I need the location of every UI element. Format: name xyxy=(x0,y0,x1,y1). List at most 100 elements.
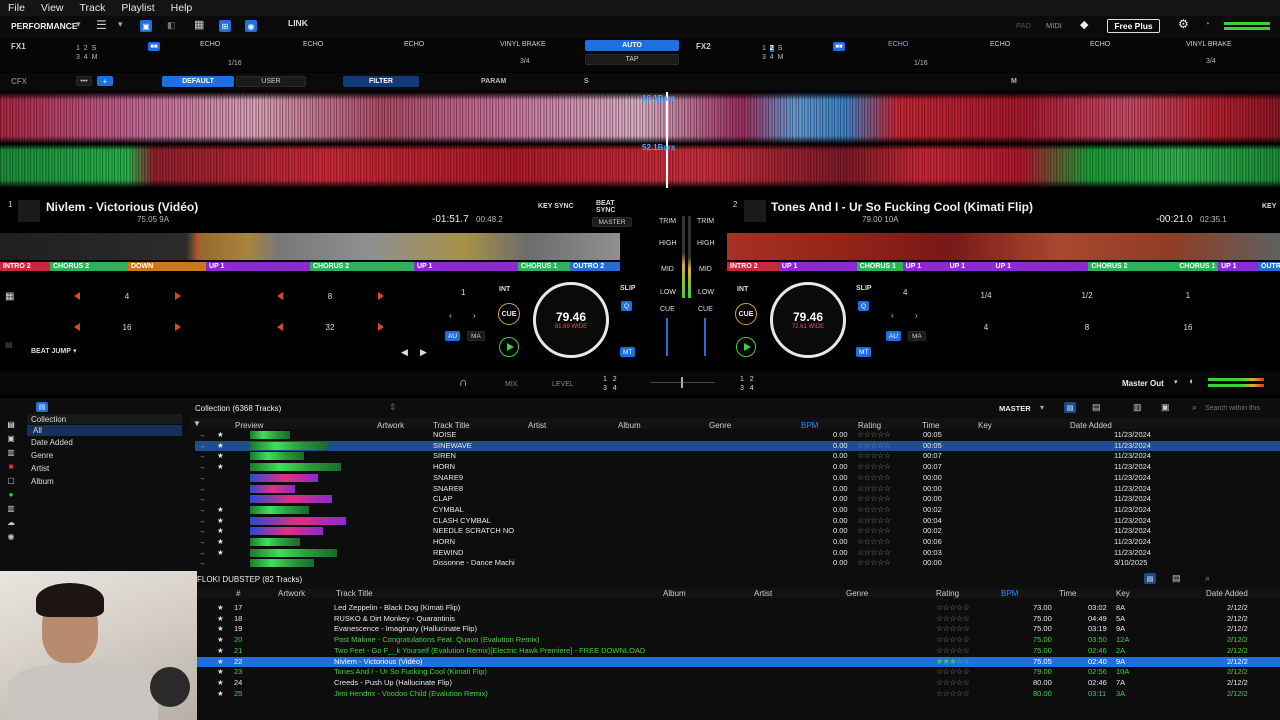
arrow-icon[interactable]: → xyxy=(198,516,206,525)
arrow-icon[interactable]: → xyxy=(198,526,206,535)
cfx-user-button[interactable]: USER xyxy=(236,76,306,87)
arrow-icon[interactable]: → xyxy=(198,548,206,557)
table-row[interactable]: → ★ NOISE 0.00 ☆☆☆☆☆ 00:05 11/23/2024 xyxy=(195,430,1280,441)
crossfader-nums-1[interactable]: 1 23 4 xyxy=(603,375,617,393)
rating-stars[interactable]: ☆☆☆☆☆ xyxy=(936,635,969,644)
rating-stars[interactable]: ☆☆☆☆☆ xyxy=(857,505,890,514)
master-select[interactable]: MASTER xyxy=(999,404,1031,413)
table-row[interactable]: → SNARE8 0.00 ☆☆☆☆☆ 00:00 11/23/2024 xyxy=(195,484,1280,495)
rating-stars[interactable]: ☆☆☆☆☆ xyxy=(857,451,890,460)
star-icon[interactable]: ★ xyxy=(217,537,224,546)
beat-jump-chevron-icon[interactable]: ▾ xyxy=(73,347,77,355)
arrow-icon[interactable]: → xyxy=(198,462,206,471)
playlist-row[interactable]: ★ 17 Led Zeppelin - Black Dog (Kimati Flip… xyxy=(195,603,1280,614)
rating-stars[interactable]: ☆☆☆☆☆ xyxy=(936,678,969,687)
pl-col-bpm[interactable]: BPM xyxy=(1001,589,1018,598)
col-bpm[interactable]: BPM xyxy=(801,421,818,430)
preview-waveform[interactable] xyxy=(250,548,337,557)
fx1-auto-button[interactable]: AUTO xyxy=(585,40,679,51)
deck1-loop-size[interactable]: 1 xyxy=(461,288,465,297)
deck1-cue-button[interactable]: CUE xyxy=(498,303,520,325)
rating-stars[interactable]: ☆☆☆☆☆ xyxy=(857,494,890,503)
mixer-high-1[interactable]: HIGH xyxy=(659,240,677,247)
deck2-cue-0[interactable]: INTRO 2 xyxy=(727,262,779,271)
mixer-cue-2[interactable]: CUE xyxy=(698,306,713,313)
sidebar-album[interactable]: Album xyxy=(31,477,54,486)
deck1-loop-next-icon[interactable]: › xyxy=(473,311,476,320)
hotcue-grid-icon[interactable]: ▦ xyxy=(5,291,14,302)
crossfader-knob[interactable] xyxy=(681,377,683,388)
sidebar-artist[interactable]: Artist xyxy=(31,464,49,473)
deck2-int-label[interactable]: INT xyxy=(737,286,748,293)
menu-help[interactable]: Help xyxy=(171,2,193,14)
deck1-pad-2-left-icon[interactable] xyxy=(277,292,283,300)
star-icon[interactable]: ★ xyxy=(217,526,224,535)
deck1-pad-2-right-icon[interactable] xyxy=(378,292,384,300)
mixer-fader-1[interactable] xyxy=(666,318,668,356)
rating-stars[interactable]: ☆☆☆☆☆ xyxy=(857,548,890,557)
sidebar-red-icon[interactable]: ■ xyxy=(9,462,14,471)
preview-waveform[interactable] xyxy=(250,441,327,450)
preview-waveform[interactable] xyxy=(250,559,314,568)
cfx-dots-button[interactable]: ••• xyxy=(76,76,92,86)
col-preview[interactable]: Preview xyxy=(235,421,263,430)
mixer-icon[interactable]: ⊞ xyxy=(219,20,231,32)
deck2-pad-4[interactable]: 4 xyxy=(966,323,1006,332)
mixer-cue-1[interactable]: CUE xyxy=(660,306,675,313)
deck1-mt-button[interactable]: MT xyxy=(620,347,636,357)
col-key[interactable]: Key xyxy=(978,421,992,430)
arrow-icon[interactable]: → xyxy=(198,537,206,546)
star-icon[interactable]: ★ xyxy=(217,548,224,557)
star-icon[interactable]: ★ xyxy=(217,667,224,676)
deck2-loop-next-icon[interactable]: › xyxy=(915,311,918,320)
fx1-effect-1[interactable]: ECHO xyxy=(200,41,220,48)
mixer-low-2[interactable]: LOW xyxy=(698,289,714,296)
deck1-overview-waveform[interactable] xyxy=(0,233,620,260)
table-row[interactable]: → ★ REWIND 0.00 ☆☆☆☆☆ 00:03 11/23/2024 xyxy=(195,548,1280,559)
sidebar-all[interactable]: All xyxy=(33,426,42,435)
mixer-trim-1[interactable]: TRIM xyxy=(659,218,676,225)
deck2-mt-button[interactable]: MT xyxy=(856,347,872,357)
beat-jump-next-icon[interactable]: ▶ xyxy=(420,347,427,358)
beat-jump-prev-icon[interactable]: ◀ xyxy=(401,347,408,358)
deck2-loop-size[interactable]: 4 xyxy=(903,288,907,297)
fx1-effect-3[interactable]: ECHO xyxy=(404,41,424,48)
table-row[interactable]: → SNARE9 0.00 ☆☆☆☆☆ 00:00 11/23/2024 xyxy=(195,473,1280,484)
preview-waveform[interactable] xyxy=(250,495,332,504)
master-out-knob-icon[interactable]: ◐ xyxy=(1189,376,1194,386)
arrow-icon[interactable]: → xyxy=(198,494,206,503)
fx2-on-button[interactable]: ■■ xyxy=(833,42,845,51)
mixer-fader-2[interactable] xyxy=(704,318,706,356)
deck1-beat-sync[interactable]: BEAT SYNC xyxy=(596,200,618,214)
layout-chevron-icon[interactable]: ▾ xyxy=(118,19,123,30)
deck2-pad-1[interactable]: 1/4 xyxy=(966,291,1006,300)
col-genre[interactable]: Genre xyxy=(709,421,731,430)
beat-jump-select[interactable]: BEAT JUMP xyxy=(31,348,71,355)
deck2-pad-5[interactable]: 8 xyxy=(1067,323,1107,332)
fx1-beats[interactable]: 3/4 xyxy=(520,58,530,65)
deck1-cue-4[interactable]: CHORUS 2 xyxy=(310,262,414,271)
mode-select[interactable]: PERFORMANCE xyxy=(11,21,78,31)
waveform-deck2-large[interactable] xyxy=(0,144,1280,188)
view-detail-icon[interactable]: ▤ xyxy=(1092,402,1101,413)
deck1-key-sync[interactable]: KEY SYNC xyxy=(538,203,574,210)
view-toggle-2-icon[interactable]: ◧ xyxy=(167,20,176,31)
sidebar-date-added[interactable]: Date Added xyxy=(31,438,73,447)
mode-chevron-icon[interactable]: ▾ xyxy=(76,19,81,30)
rating-stars[interactable]: ☆☆☆☆☆ xyxy=(857,526,890,535)
deck2-cue-3[interactable]: UP 1 xyxy=(902,262,947,271)
fx2-channel-nums[interactable]: 1 2 S3 4 M xyxy=(762,44,783,62)
deck2-play-button[interactable] xyxy=(736,337,756,357)
playlist-row[interactable]: ★ 24 Creeds - Push Up (Hallucinate Flip) ☆☆… xyxy=(195,678,1280,689)
arrow-icon[interactable]: → xyxy=(198,451,206,460)
star-icon[interactable]: ★ xyxy=(217,678,224,687)
table-row[interactable]: → ★ NEEDLE SCRATCH NO 0.00 ☆☆☆☆☆ 00:02 11/23/2… xyxy=(195,526,1280,537)
sidebar-tree-icon[interactable]: ▤ xyxy=(7,420,15,429)
cfx-default-button[interactable]: DEFAULT xyxy=(162,76,234,87)
rating-stars[interactable]: ☆☆☆☆☆ xyxy=(936,624,969,633)
deck1-cue-5[interactable]: UP 1 xyxy=(414,262,518,271)
rating-stars[interactable]: ☆☆☆☆☆ xyxy=(857,441,890,450)
rating-stars[interactable]: ☆☆☆☆☆ xyxy=(857,473,890,482)
preview-waveform[interactable] xyxy=(250,516,346,525)
record-icon[interactable]: ◉ xyxy=(245,20,257,32)
